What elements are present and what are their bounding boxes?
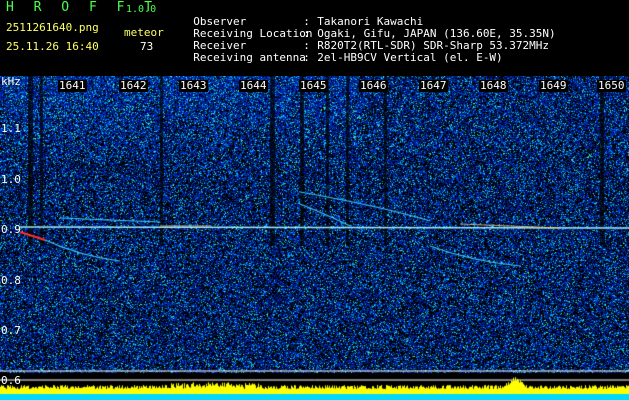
- frequency-tick-label: 0.6: [1, 374, 21, 387]
- time-tick-label: 1648: [479, 79, 508, 92]
- frequency-tick-label: 0.7: [1, 324, 21, 337]
- time-tick-label: 1647: [419, 79, 448, 92]
- info-antenna: Receiving antenna: 2el-HB9CV Vertical (el…: [180, 40, 503, 64]
- time-tick-label: 1650: [597, 79, 626, 92]
- frequency-tick-label: 0.8: [1, 274, 21, 287]
- time-tick-label: 1641: [58, 79, 87, 92]
- info-value: 2el-HB9CV Vertical (el. E-W): [317, 51, 503, 64]
- info-separator: :: [303, 51, 310, 64]
- time-tick-label: 1646: [359, 79, 388, 92]
- frequency-unit-label: kHz: [1, 75, 21, 88]
- spectrogram-canvas: [0, 76, 629, 400]
- meteor-count: 73: [140, 40, 154, 53]
- time-tick-label: 1649: [539, 79, 568, 92]
- time-tick-label: 1643: [179, 79, 208, 92]
- meteor-label: meteor: [124, 26, 164, 39]
- frequency-tick-label: 0.9: [1, 223, 21, 236]
- time-tick-label: 1644: [239, 79, 268, 92]
- time-tick-label: 1645: [299, 79, 328, 92]
- info-key: Receiving antenna: [193, 51, 306, 64]
- app-version: 1.0.0: [126, 4, 157, 15]
- time-tick-label: 1642: [119, 79, 148, 92]
- frequency-tick-label: 1.1: [1, 122, 21, 135]
- file-name: 2511261640.png: [6, 21, 99, 34]
- frequency-tick-label: 1.0: [1, 173, 21, 186]
- capture-datetime: 25.11.26 16:40: [6, 40, 99, 53]
